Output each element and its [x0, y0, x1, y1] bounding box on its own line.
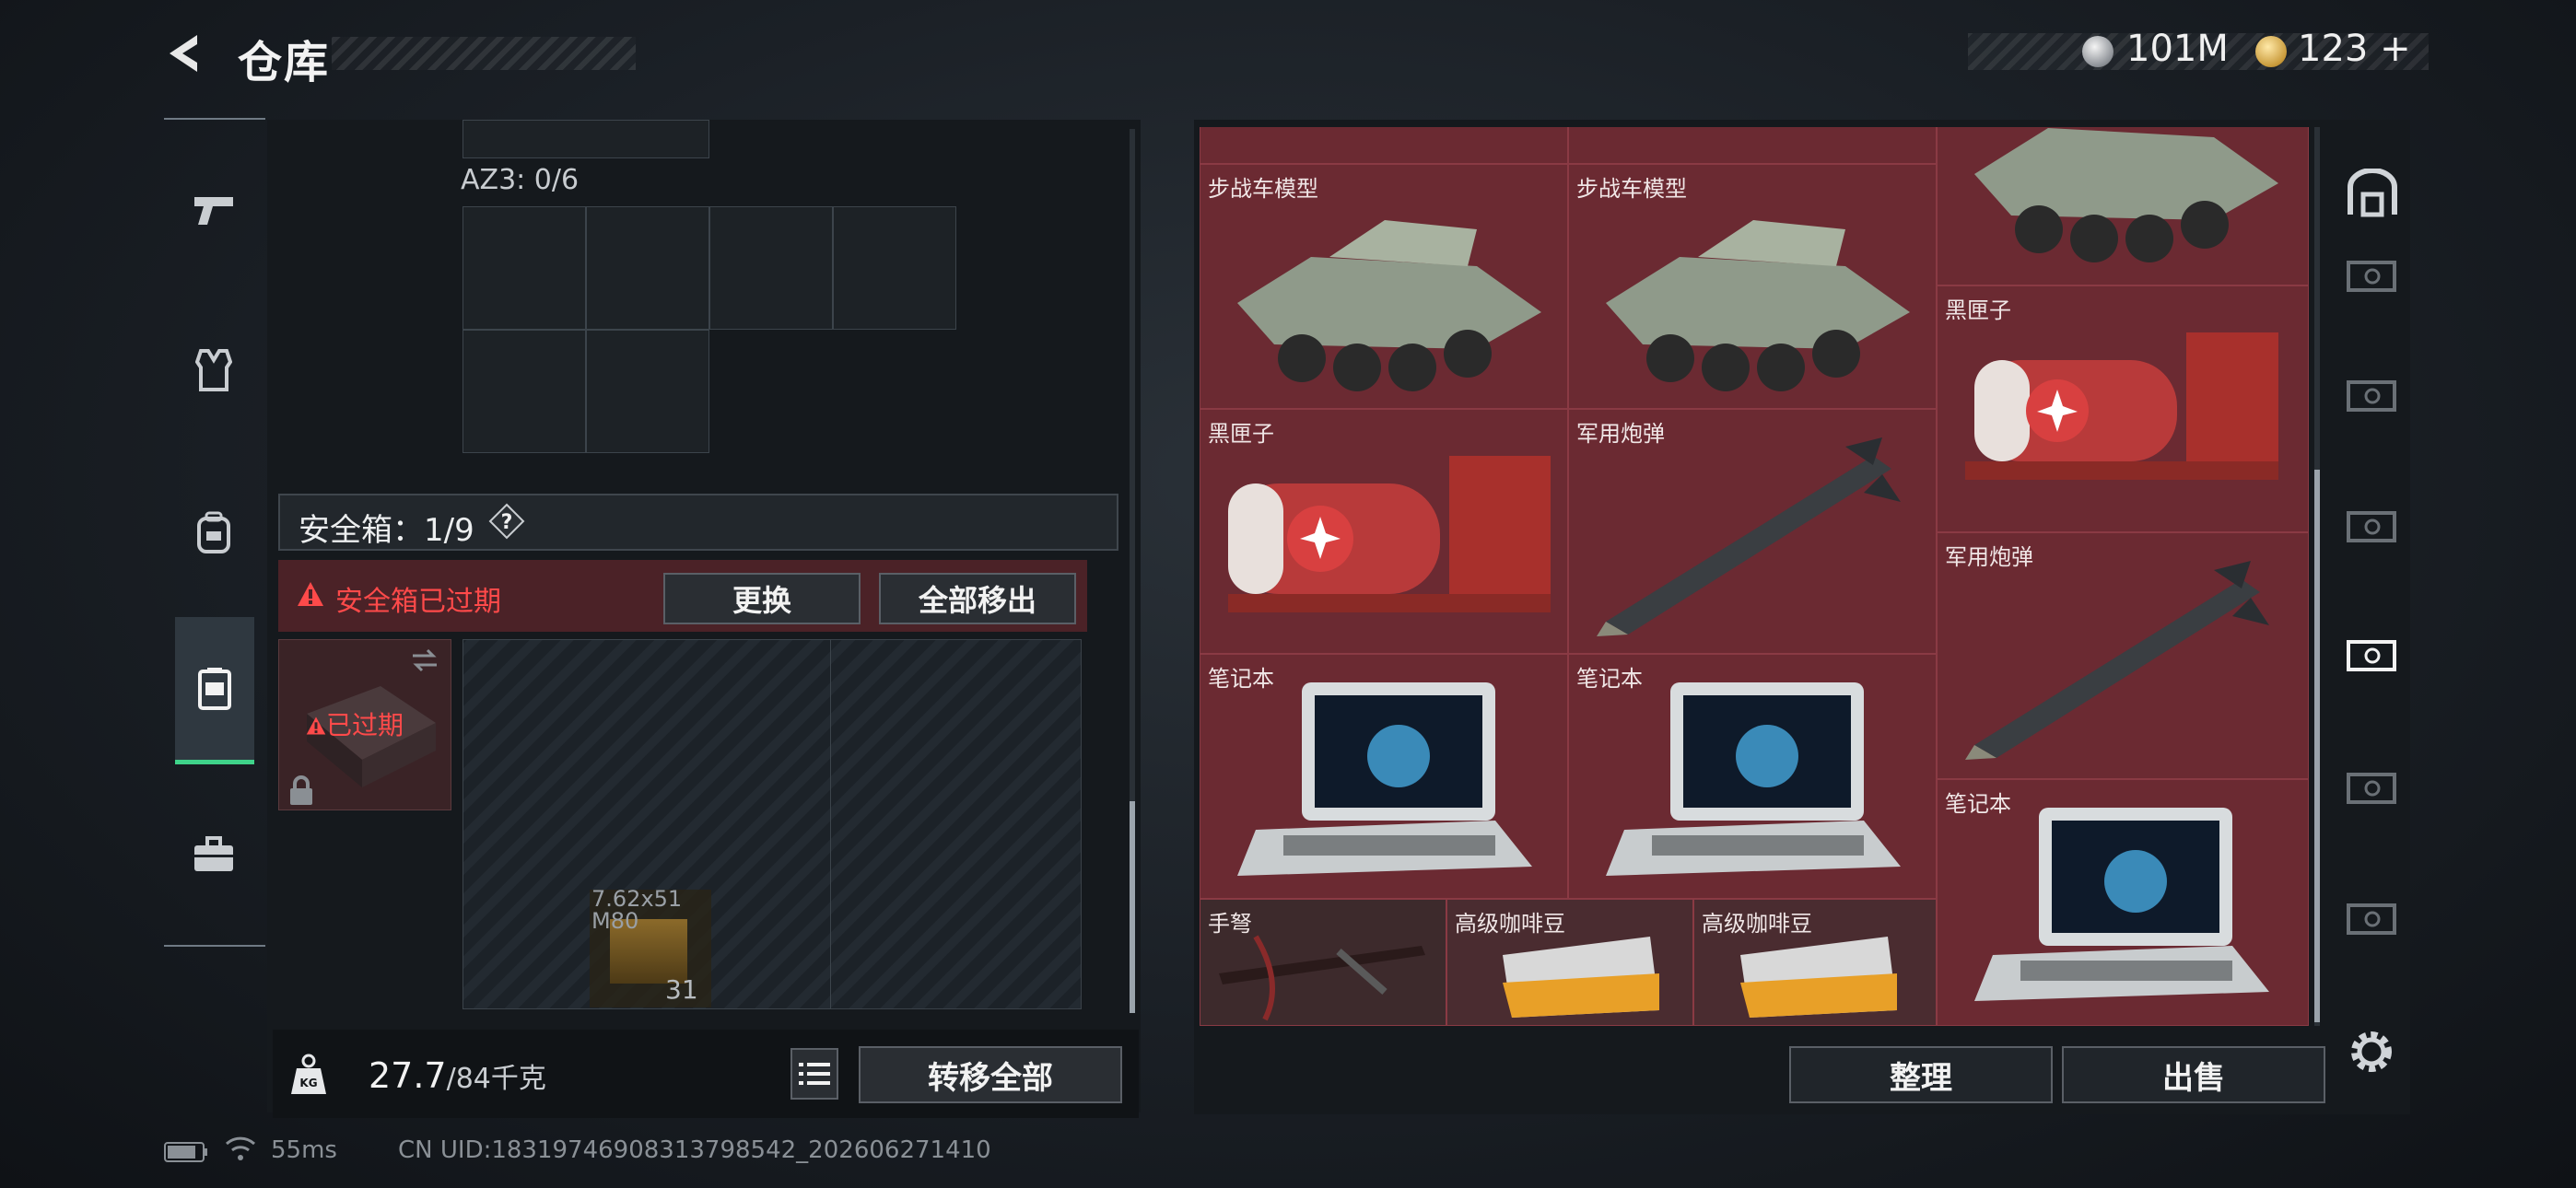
storage-home-icon — [2348, 169, 2397, 217]
item-name: 军用炮弹 — [1945, 544, 2033, 570]
inventory-item[interactable] — [1937, 127, 2309, 285]
briefcase-icon — [194, 836, 233, 871]
gear-icon[interactable] — [2344, 1024, 2399, 1079]
safe-box-expired-text: 安全箱已过期 — [335, 586, 501, 618]
sell-button[interactable]: 出售 — [2062, 1046, 2325, 1103]
vest-icon — [195, 349, 232, 391]
list-icon — [799, 1063, 830, 1085]
back-arrow-icon[interactable] — [162, 29, 210, 77]
inventory-item[interactable]: 步战车模型 — [1568, 164, 1937, 409]
storage-icon — [2347, 640, 2396, 671]
title-stripe-decoration — [332, 37, 636, 70]
apc-model-image — [1974, 128, 2278, 262]
storage-icon — [2347, 903, 2396, 935]
inventory-scroll-thumb[interactable] — [2314, 470, 2320, 1022]
lock-icon — [290, 775, 312, 805]
inventory-item[interactable]: 手弩 — [1200, 899, 1446, 1026]
gold-currency-value[interactable]: 123 + — [2298, 28, 2411, 70]
storage-slot[interactable] — [463, 120, 709, 158]
safe-box-icon — [198, 667, 231, 710]
inventory-item[interactable]: 军用炮弹 — [1937, 532, 2309, 779]
nav-safe-box-tab[interactable] — [175, 617, 254, 764]
battery-icon — [164, 1142, 207, 1162]
storage-icon — [2347, 380, 2396, 412]
inventory-item[interactable]: 高级咖啡豆 — [1693, 899, 1937, 1026]
item-name: 高级咖啡豆 — [1702, 911, 1812, 937]
storage-slot[interactable] — [833, 206, 956, 330]
storage-tab-4-active[interactable] — [2342, 624, 2403, 685]
silver-currency-value: 101M — [2126, 28, 2229, 70]
item-name: 手弩 — [1208, 911, 1252, 937]
wifi-icon — [225, 1136, 256, 1160]
storage-tab-6[interactable] — [2342, 888, 2403, 949]
item-name: 笔记本 — [1576, 666, 1643, 692]
nav-case-tab[interactable] — [175, 816, 252, 893]
page-title: 仓库 — [238, 37, 331, 88]
inventory-item[interactable] — [1568, 127, 1937, 164]
inventory-item[interactable]: 笔记本 — [1937, 779, 2309, 1026]
nav-weapon-tab[interactable] — [175, 171, 252, 249]
item-name: 高级咖啡豆 — [1455, 911, 1565, 937]
help-icon-glyph: ? — [501, 511, 513, 534]
storage-slot[interactable] — [709, 206, 833, 330]
inventory-item[interactable] — [1200, 127, 1568, 164]
user-uid: CN UID:18319746908313798542_202606271410 — [398, 1136, 991, 1164]
nav-backpack-tab[interactable] — [175, 494, 252, 571]
add-currency-button[interactable]: + — [2380, 28, 2411, 70]
warning-icon — [306, 716, 326, 735]
item-name: 黑匣子 — [1945, 297, 2011, 323]
storage-slot[interactable] — [463, 206, 586, 330]
move-all-out-button[interactable]: 全部移出 — [879, 573, 1076, 624]
storage-tab-1[interactable] — [2342, 245, 2403, 306]
inventory-item[interactable]: 步战车模型 — [1200, 164, 1568, 409]
replace-button[interactable]: 更换 — [663, 573, 861, 624]
item-name: 笔记本 — [1208, 666, 1274, 692]
inventory-grid: 步战车模型 步战车模型 黑匣子 黑匣子 军用炮弹 军用炮弹 笔记本 笔记本 笔记… — [1200, 127, 2309, 1026]
inventory-item[interactable]: 黑匣子 — [1200, 409, 1568, 654]
swap-icon[interactable] — [409, 645, 440, 676]
sort-button[interactable]: 整理 — [1789, 1046, 2053, 1103]
storage-slot[interactable] — [463, 330, 586, 453]
inventory-item[interactable]: 黑匣子 — [1937, 285, 2309, 532]
item-name: 步战车模型 — [1208, 176, 1318, 202]
storage-slot[interactable] — [586, 206, 709, 330]
inventory-item[interactable]: 军用炮弹 — [1568, 409, 1937, 654]
gold-coin-icon — [2255, 36, 2287, 67]
warning-icon — [298, 582, 323, 606]
container-scroll-thumb[interactable] — [1130, 801, 1135, 1013]
ping-readout: 55ms — [271, 1136, 337, 1164]
storage-icon — [2347, 511, 2396, 542]
weight-icon: KG — [291, 1054, 326, 1094]
item-name: 黑匣子 — [1208, 421, 1274, 447]
item-name: 步战车模型 — [1576, 176, 1687, 202]
storage-tab-5[interactable] — [2342, 757, 2403, 818]
inventory-item[interactable]: 高级咖啡豆 — [1446, 899, 1693, 1026]
nav-armor-tab[interactable] — [175, 332, 252, 409]
expired-tag: 已过期 — [306, 705, 404, 742]
storage-slot[interactable] — [586, 330, 709, 453]
storage-tab-2[interactable] — [2342, 365, 2403, 425]
storage-tab-home[interactable] — [2342, 164, 2403, 225]
storage-tab-3[interactable] — [2342, 495, 2403, 556]
silver-coin-icon — [2082, 36, 2113, 67]
weight-readout: 27.7/84千克 — [369, 1055, 546, 1096]
transfer-all-button[interactable]: 转移全部 — [859, 1046, 1122, 1103]
item-name: 笔记本 — [1945, 791, 2011, 817]
pistol-icon — [194, 197, 233, 225]
az3-capacity-label: AZ3: 0/6 — [461, 164, 580, 196]
list-view-button[interactable] — [790, 1048, 838, 1100]
help-icon[interactable]: ? — [488, 503, 525, 540]
inventory-item[interactable]: 笔记本 — [1568, 654, 1937, 899]
ammo-count: 31 — [665, 974, 698, 1005]
item-name: 军用炮弹 — [1576, 421, 1665, 447]
svg-text:KG: KG — [299, 1077, 317, 1089]
safe-box-capacity-label: 安全箱：1/9 — [299, 512, 474, 549]
inventory-item[interactable]: 笔记本 — [1200, 654, 1568, 899]
storage-icon — [2347, 261, 2396, 292]
ammo-name: 7.62x51 M80 — [591, 886, 683, 934]
backpack-icon — [197, 511, 230, 553]
storage-icon — [2347, 773, 2396, 804]
